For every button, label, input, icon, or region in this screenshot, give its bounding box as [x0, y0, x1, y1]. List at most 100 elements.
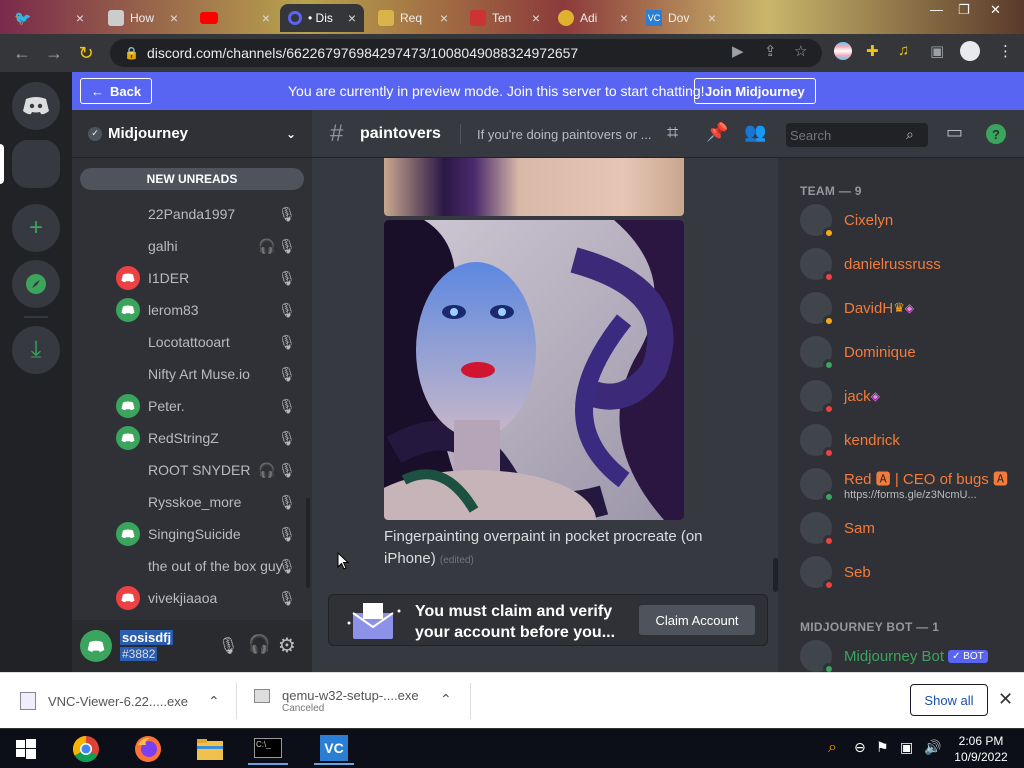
close-tab-icon[interactable]: ×	[170, 10, 178, 26]
voice-user-item[interactable]: 22Panda1997 🎙	[72, 198, 312, 230]
installer-file-icon	[20, 692, 36, 710]
member-item[interactable]: kendrick	[800, 418, 1024, 462]
tab-adi[interactable]: Adi ×	[550, 4, 636, 32]
reload-icon[interactable]: ↻	[70, 43, 102, 64]
download-apps-icon[interactable]: ⤓	[12, 326, 60, 374]
chevron-up-icon[interactable]: ⌃	[208, 693, 220, 710]
firefox-icon[interactable]	[128, 733, 168, 765]
network-icon[interactable]: ▣	[900, 739, 913, 756]
member-list-icon[interactable]: 👥	[744, 122, 766, 143]
vnc-viewer-icon[interactable]: VC	[314, 733, 354, 765]
tab-req[interactable]: Req ×	[370, 4, 456, 32]
tray-flag-icon[interactable]: ⚑	[876, 739, 889, 756]
close-tab-icon[interactable]: ×	[348, 10, 356, 26]
member-item[interactable]: Sam	[800, 506, 1024, 550]
search-tray-icon[interactable]: ⌕	[828, 739, 837, 757]
file-explorer-icon[interactable]	[190, 733, 230, 765]
voice-user-item[interactable]: the out of the box guy 🎙	[72, 550, 312, 582]
member-item[interactable]: jack ◈	[800, 374, 1024, 418]
attachment-image-portrait[interactable]	[384, 220, 684, 520]
member-item[interactable]: Cixelyn	[800, 198, 1024, 242]
help-icon[interactable]: ?	[986, 124, 1006, 144]
media-icon[interactable]: ♫	[898, 42, 909, 59]
tab-dov[interactable]: VC Dov ×	[638, 4, 724, 32]
voice-user-item[interactable]: I1DER 🎙	[72, 262, 312, 294]
headphones-icon[interactable]: 🎧	[248, 634, 270, 655]
back-button[interactable]: ← Back	[80, 78, 153, 104]
back-arrow-icon[interactable]: ←	[6, 43, 38, 64]
voice-user-item[interactable]: lerom83 🎙	[72, 294, 312, 326]
channel-topic[interactable]: If you're doing paintovers or ...	[477, 127, 657, 142]
claim-account-button[interactable]: Claim Account	[639, 605, 755, 635]
scrollbar[interactable]	[306, 498, 310, 588]
volume-icon[interactable]: 🔊	[924, 739, 941, 756]
browser-menu-icon[interactable]: ⋮	[998, 42, 1013, 60]
server-header[interactable]: ✓ Midjourney ⌄	[72, 110, 312, 158]
download-item-vnc[interactable]: VNC-Viewer-6.22.....exe ⌃	[20, 673, 220, 729]
voice-user-item[interactable]: Locotattooart 🎙	[72, 326, 312, 358]
bookmark-star-icon[interactable]: ☆	[794, 42, 807, 60]
tab-ten[interactable]: Ten ×	[462, 4, 548, 32]
voice-user-item[interactable]: Peter. 🎙	[72, 390, 312, 422]
inbox-icon[interactable]: ▭	[946, 122, 963, 143]
member-item[interactable]: Dominique	[800, 330, 1024, 374]
voice-user-item[interactable]: vivekjiaaoa 🎙	[72, 582, 312, 614]
threads-icon[interactable]: ⌗	[667, 122, 678, 145]
restore-icon[interactable]: ❐	[958, 2, 970, 18]
system-clock[interactable]: 2:06 PM 10/9/2022	[950, 733, 1012, 765]
search-box[interactable]: Search ⌕	[786, 123, 928, 147]
member-item[interactable]: danielrussruss	[800, 242, 1024, 286]
join-server-button[interactable]: Join Midjourney	[694, 78, 816, 104]
tab-discord-active[interactable]: • Dis ×	[280, 4, 364, 32]
member-item[interactable]: DavidH ♛ ◈	[800, 286, 1024, 330]
discord-home-icon[interactable]	[12, 82, 60, 130]
chevron-up-icon[interactable]: ⌃	[440, 691, 452, 708]
close-tab-icon[interactable]: ×	[532, 10, 540, 26]
show-all-downloads-button[interactable]: Show all	[910, 684, 988, 716]
server-midjourney[interactable]	[12, 140, 60, 188]
member-item[interactable]: Seb	[800, 550, 1024, 594]
explore-compass-icon[interactable]	[12, 260, 60, 308]
close-tab-icon[interactable]: ×	[76, 10, 84, 26]
minimize-icon[interactable]: —	[930, 2, 943, 17]
add-server-icon[interactable]: +	[12, 204, 60, 252]
status-online-icon	[823, 663, 835, 672]
microphone-icon[interactable]: 🎙	[218, 636, 238, 656]
terminal-icon[interactable]: C:\_	[248, 733, 288, 765]
voice-user-item[interactable]: RedStringZ 🎙	[72, 422, 312, 454]
member-midjourney-bot[interactable]: Midjourney Bot ✓ BOT	[800, 634, 1024, 672]
close-downloads-icon[interactable]: ✕	[998, 689, 1013, 710]
tab-twitter[interactable]: 🐦 ×	[6, 4, 92, 32]
close-tab-icon[interactable]: ×	[440, 10, 448, 26]
attachment-image-top[interactable]	[384, 158, 684, 216]
tab-how[interactable]: How ×	[100, 4, 186, 32]
extension-flag-icon[interactable]	[834, 42, 852, 60]
sidebar-icon[interactable]: ▣	[930, 42, 944, 60]
user-avatar[interactable]	[80, 630, 112, 662]
tray-minus-icon[interactable]: ⊖	[854, 739, 866, 756]
profile-avatar-icon[interactable]	[960, 41, 980, 61]
close-tab-icon[interactable]: ×	[708, 10, 716, 26]
url-bar[interactable]: 🔒 discord.com/channels/66226797698429747…	[110, 39, 822, 67]
download-item-qemu[interactable]: qemu-w32-setup-....exe Canceled	[254, 673, 419, 729]
voice-user-item[interactable]: Nifty Art Muse.io 🎙	[72, 358, 312, 390]
close-tab-icon[interactable]: ×	[262, 10, 270, 26]
tab-youtube[interactable]: ×	[192, 4, 278, 32]
forward-arrow-icon[interactable]: →	[38, 43, 70, 64]
new-unreads-pill[interactable]: NEW UNREADS	[80, 168, 304, 190]
member-item[interactable]: Red 🅰 | CEO of bugs 🅰https://forms.gle/z…	[800, 462, 1024, 506]
voice-user-item[interactable]: Rysskoe_more 🎙	[72, 486, 312, 518]
chrome-icon[interactable]	[66, 733, 106, 765]
share-icon[interactable]: ⇪	[764, 42, 777, 60]
camera-blocked-icon[interactable]: ▶	[732, 42, 744, 60]
pinned-messages-icon[interactable]: 📌	[706, 122, 728, 143]
voice-user-item[interactable]: SingingSuicide 🎙	[72, 518, 312, 550]
extensions-puzzle-icon[interactable]: ✚	[866, 42, 879, 60]
close-window-icon[interactable]: ✕	[990, 2, 1001, 18]
settings-gear-icon[interactable]: ⚙	[278, 633, 296, 658]
status-online-icon	[823, 359, 835, 371]
windows-start-icon[interactable]	[6, 733, 46, 765]
close-tab-icon[interactable]: ×	[620, 10, 628, 26]
voice-user-item[interactable]: ROOT SNYDER 🎧 🎙	[72, 454, 312, 486]
voice-user-item[interactable]: galhi 🎧 🎙	[72, 230, 312, 262]
